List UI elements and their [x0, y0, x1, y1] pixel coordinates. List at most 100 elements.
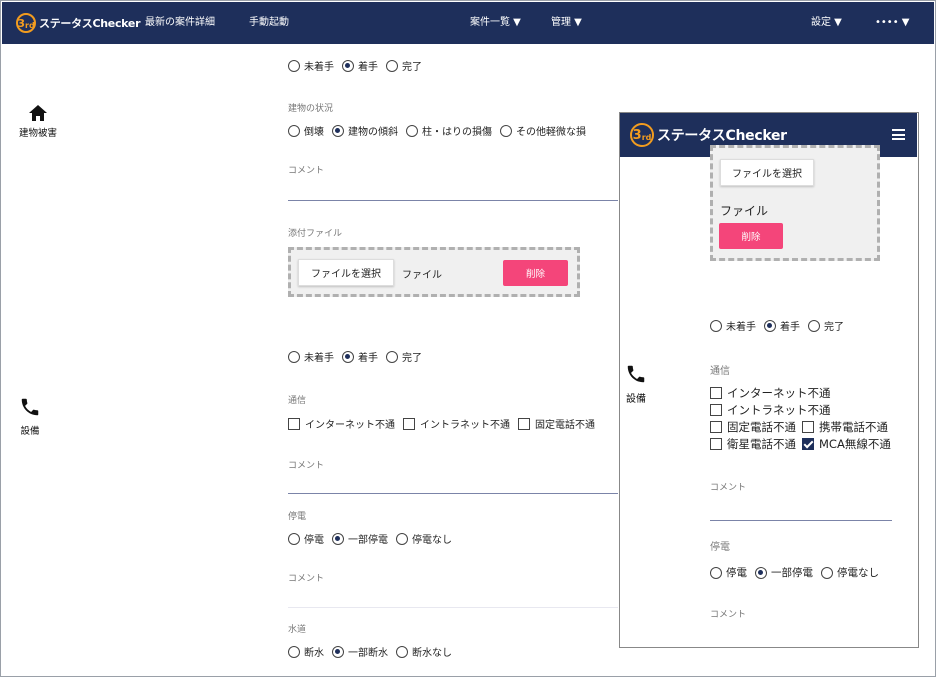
mobile-status-option[interactable]: 着手 — [764, 318, 800, 333]
mobile-comm-checkbox[interactable] — [710, 421, 722, 433]
comm-option[interactable]: イントラネット不通 — [403, 416, 510, 431]
nav-admin-dropdown[interactable]: 管理 ▼ — [551, 2, 582, 44]
building-condition-radio[interactable] — [332, 124, 344, 137]
mobile-status-option[interactable]: 完了 — [808, 318, 844, 333]
mobile-comm-option-label: 衛星電話不通 — [727, 437, 796, 451]
power-option-label: 一部停電 — [348, 535, 388, 546]
mobile-comm-checkbox[interactable] — [802, 438, 814, 450]
building-status-radio[interactable] — [386, 59, 398, 72]
equipment-comment-label: コメント — [288, 461, 325, 471]
delete-file-button[interactable]: 削除 — [503, 260, 568, 286]
comm-option[interactable]: インターネット不通 — [288, 416, 395, 431]
mobile-power-radio[interactable] — [755, 566, 767, 579]
building-condition-option[interactable]: 倒壊 — [288, 123, 324, 138]
equipment-status-option[interactable]: 完了 — [386, 349, 422, 364]
mobile-status-radio[interactable] — [808, 319, 820, 332]
water-radio[interactable] — [288, 645, 300, 658]
mobile-comm-option[interactable]: 携帯電話不通 — [802, 419, 888, 435]
equipment-status-option-label: 未着手 — [304, 353, 334, 364]
mobile-choose-file-button[interactable]: ファイルを選択 — [720, 159, 814, 186]
logo[interactable]: 3rd ステータスChecker — [16, 13, 141, 33]
building-status-option[interactable]: 着手 — [342, 58, 378, 73]
desktop-frame: 3rd ステータスChecker 最新の案件詳細 手動起動 案件一覧 ▼ 管理 … — [0, 0, 936, 677]
mobile-comm-checkbox[interactable] — [710, 404, 722, 416]
building-status-option[interactable]: 完了 — [386, 58, 422, 73]
hamburger-menu-icon[interactable] — [892, 129, 905, 140]
power-radio[interactable] — [288, 532, 300, 545]
nav-user-dropdown[interactable]: •••• ▼ — [875, 2, 909, 44]
mobile-power-option[interactable]: 停電 — [710, 565, 747, 580]
building-condition-radio[interactable] — [406, 124, 418, 137]
mobile-comm-checkbox[interactable] — [710, 387, 722, 399]
water-option[interactable]: 一部断水 — [332, 644, 388, 659]
mobile-comm-checkbox[interactable] — [802, 421, 814, 433]
mobile-comm-option[interactable]: MCA無線不通 — [802, 436, 891, 452]
mobile-comment2-label: コメント — [710, 610, 747, 620]
building-condition-option-label: 倒壊 — [304, 127, 324, 138]
comm-checkboxes: インターネット不通 イントラネット不通 固定電話不通 — [288, 416, 603, 433]
equipment-comment2-input[interactable] — [288, 607, 618, 608]
comm-checkbox[interactable] — [403, 417, 415, 430]
building-status-radio[interactable] — [288, 59, 300, 72]
mobile-status-radio[interactable] — [764, 319, 776, 332]
equipment-comment-input[interactable] — [288, 493, 618, 494]
mobile-status-option-label: 完了 — [824, 322, 844, 333]
mobile-comm-option-label: MCA無線不通 — [819, 437, 891, 451]
mobile-power-radio[interactable] — [821, 566, 833, 579]
nav-settings-dropdown[interactable]: 設定 ▼ — [811, 2, 842, 44]
building-condition-option[interactable]: 柱・はりの損傷 — [406, 123, 492, 138]
power-option-label: 停電なし — [412, 535, 452, 546]
building-condition-radio[interactable] — [288, 124, 300, 137]
power-option[interactable]: 一部停電 — [332, 531, 388, 546]
mobile-logo[interactable]: 3rd ステータスChecker — [630, 123, 787, 147]
water-option[interactable]: 断水なし — [396, 644, 452, 659]
building-status-radio[interactable] — [342, 59, 354, 72]
water-radio[interactable] — [396, 645, 408, 658]
building-condition-option[interactable]: その他軽微な損 — [500, 123, 586, 138]
home-icon — [29, 105, 47, 121]
mobile-brand-name: ステータスChecker — [657, 128, 787, 144]
mobile-status-radio[interactable] — [710, 319, 722, 332]
building-status-option[interactable]: 未着手 — [288, 58, 334, 73]
water-option[interactable]: 断水 — [288, 644, 324, 659]
water-option-label: 断水 — [304, 648, 324, 659]
equipment-status-radio[interactable] — [342, 350, 354, 363]
mobile-power-option[interactable]: 停電なし — [821, 565, 879, 580]
nav-latest-case[interactable]: 最新の案件詳細 — [145, 2, 215, 44]
building-condition-radio[interactable] — [500, 124, 512, 137]
building-comment-input[interactable] — [288, 200, 618, 201]
equipment-status-option[interactable]: 未着手 — [288, 349, 334, 364]
mobile-comm-option[interactable]: 固定電話不通 — [710, 419, 796, 435]
water-radio[interactable] — [332, 645, 344, 658]
equipment-status-radio[interactable] — [386, 350, 398, 363]
comm-label: 通信 — [288, 396, 307, 406]
nav-cases-dropdown[interactable]: 案件一覧 ▼ — [470, 2, 521, 44]
building-condition-option[interactable]: 建物の傾斜 — [332, 123, 398, 138]
mobile-comm-option[interactable]: インターネット不通 — [710, 385, 831, 401]
power-radio[interactable] — [332, 532, 344, 545]
mobile-power-radio[interactable] — [710, 566, 722, 579]
comm-option[interactable]: 固定電話不通 — [518, 416, 595, 431]
equipment-section: 設備 — [15, 396, 45, 437]
mobile-delete-file-button[interactable]: 削除 — [719, 223, 783, 249]
equipment-status-option[interactable]: 着手 — [342, 349, 378, 364]
mobile-comm-row: イントラネット不通 — [710, 402, 915, 419]
comm-checkbox[interactable] — [518, 417, 530, 430]
equipment-status-option-label: 着手 — [358, 353, 378, 364]
comm-checkbox[interactable] — [288, 417, 300, 430]
mobile-power-option[interactable]: 一部停電 — [755, 565, 813, 580]
power-option[interactable]: 停電なし — [396, 531, 452, 546]
mobile-comm-option[interactable]: 衛星電話不通 — [710, 436, 796, 452]
file-name: ファイル — [402, 270, 442, 281]
choose-file-button[interactable]: ファイルを選択 — [298, 259, 394, 286]
power-option[interactable]: 停電 — [288, 531, 324, 546]
power-radio[interactable] — [396, 532, 408, 545]
mobile-comm-option[interactable]: イントラネット不通 — [710, 402, 831, 418]
mobile-power-label: 停電 — [710, 542, 730, 553]
mobile-comment-input[interactable] — [710, 520, 892, 521]
nav-manual-start[interactable]: 手動起動 — [249, 2, 289, 44]
mobile-status-option[interactable]: 未着手 — [710, 318, 756, 333]
mobile-comm-checkboxes: インターネット不通 イントラネット不通 固定電話不通 携帯電話不通 衛星電話不通 MCA無… — [710, 385, 915, 453]
equipment-status-radio[interactable] — [288, 350, 300, 363]
mobile-comm-checkbox[interactable] — [710, 438, 722, 450]
